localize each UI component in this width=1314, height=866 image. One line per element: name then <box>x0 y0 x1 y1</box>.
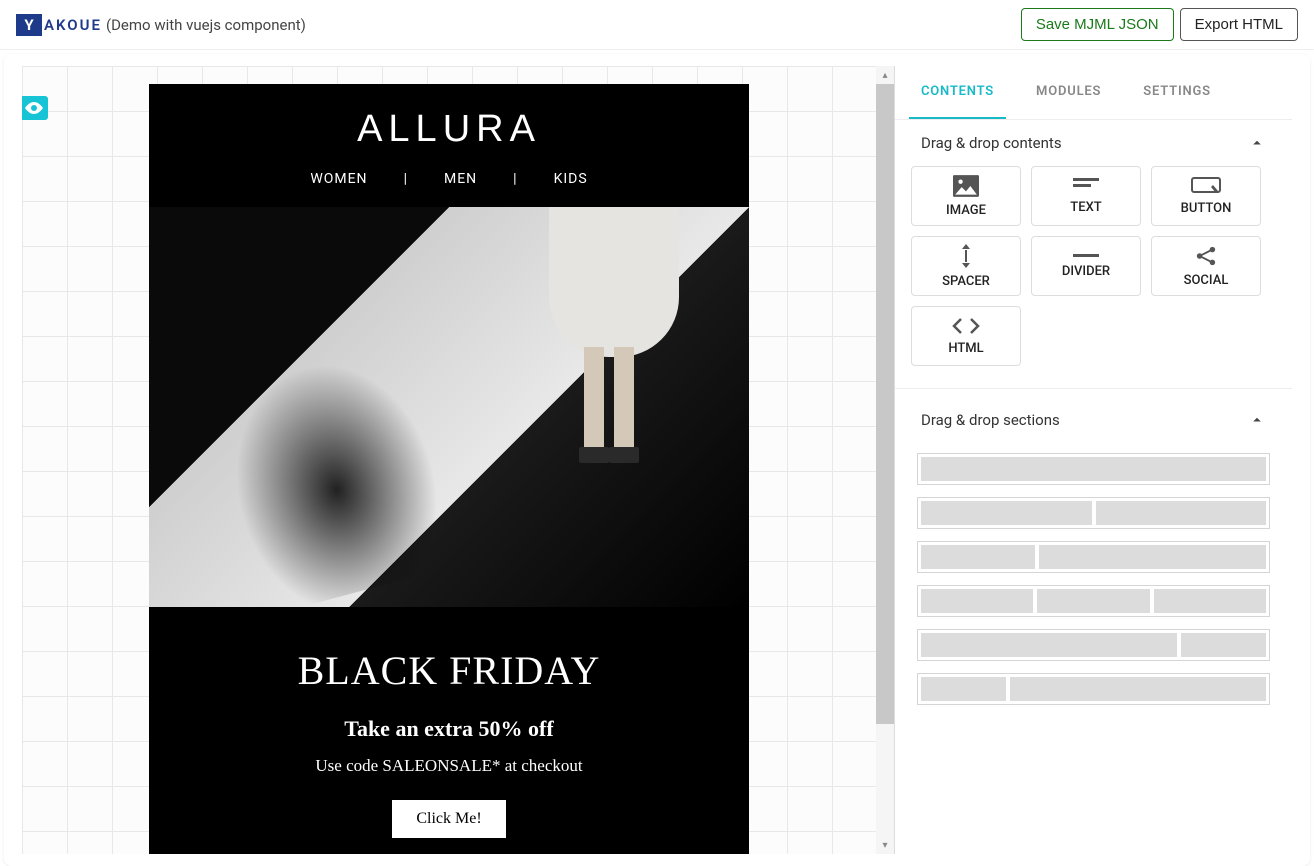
block-html[interactable]: HTML <box>911 306 1021 366</box>
block-label: IMAGE <box>946 203 986 218</box>
nav-men[interactable]: MEN <box>444 171 477 187</box>
sections-section-title: Drag & drop sections <box>921 411 1060 429</box>
workspace: ALLURA WOMEN | MEN | KIDS BLACK FRIDAY T… <box>4 54 1310 866</box>
canvas-area[interactable]: ALLURA WOMEN | MEN | KIDS BLACK FRIDAY T… <box>22 66 876 854</box>
block-label: BUTTON <box>1181 201 1232 216</box>
email-preview[interactable]: ALLURA WOMEN | MEN | KIDS BLACK FRIDAY T… <box>149 84 749 854</box>
block-label: SOCIAL <box>1184 273 1229 288</box>
spacer-icon <box>958 244 974 268</box>
email-brand: ALLURA <box>149 108 749 151</box>
content-blocks: IMAGE TEXT BUTTON SPACER DIVIDER SOCIAL <box>895 166 1292 380</box>
block-label: DIVIDER <box>1062 264 1110 279</box>
section-template-3-1col[interactable] <box>917 629 1270 661</box>
contents-section-header[interactable]: Drag & drop contents <box>895 120 1292 166</box>
block-button[interactable]: BUTTON <box>1151 166 1261 226</box>
promo-cta-button[interactable]: Click Me! <box>392 800 505 838</box>
nav-women[interactable]: WOMEN <box>310 171 367 187</box>
share-icon <box>1195 245 1217 267</box>
image-icon <box>953 175 979 197</box>
eye-icon <box>25 102 43 114</box>
scroll-up-icon[interactable]: ▴ <box>876 66 894 84</box>
button-icon <box>1191 177 1221 195</box>
email-header: ALLURA WOMEN | MEN | KIDS <box>149 84 749 207</box>
section-template-1-3col[interactable] <box>917 673 1270 705</box>
sidebar-tabs: CONTENTS MODULES SETTINGS <box>895 66 1292 120</box>
section-template-1-2col[interactable] <box>917 541 1270 573</box>
tab-contents[interactable]: CONTENTS <box>909 66 1006 119</box>
scrollbar-thumb[interactable] <box>876 84 894 724</box>
block-label: HTML <box>948 341 983 356</box>
nav-sep: | <box>513 171 517 187</box>
contents-section-title: Drag & drop contents <box>921 134 1062 152</box>
sections-section-header[interactable]: Drag & drop sections <box>895 397 1292 443</box>
sidebar: CONTENTS MODULES SETTINGS Drag & drop co… <box>894 66 1292 854</box>
section-template-1col[interactable] <box>917 453 1270 485</box>
email-nav: WOMEN | MEN | KIDS <box>149 151 749 207</box>
block-social[interactable]: SOCIAL <box>1151 236 1261 296</box>
brand-name: AKOUE <box>44 16 102 34</box>
section-template-3col[interactable] <box>917 585 1270 617</box>
nav-sep: | <box>404 171 408 187</box>
email-promo: BLACK FRIDAY Take an extra 50% off Use c… <box>149 607 749 854</box>
nav-kids[interactable]: KIDS <box>554 171 588 187</box>
canvas-scrollbar[interactable]: ▴ ▾ <box>876 66 894 854</box>
block-label: SPACER <box>942 274 990 289</box>
promo-code: Use code SALEONSALE* at checkout <box>169 756 729 776</box>
block-label: TEXT <box>1070 200 1101 215</box>
block-divider[interactable]: DIVIDER <box>1031 236 1141 296</box>
topbar: Y AKOUE (Demo with vuejs component) Save… <box>0 0 1314 50</box>
code-icon <box>952 317 980 335</box>
tab-settings[interactable]: SETTINGS <box>1131 66 1223 119</box>
section-template-2col[interactable] <box>917 497 1270 529</box>
email-hero-image[interactable] <box>149 207 749 607</box>
preview-toggle-button[interactable] <box>22 96 48 120</box>
brand-logo: Y AKOUE <box>16 14 102 36</box>
block-spacer[interactable]: SPACER <box>911 236 1021 296</box>
brand-icon: Y <box>16 14 42 36</box>
promo-title: BLACK FRIDAY <box>169 647 729 694</box>
block-text[interactable]: TEXT <box>1031 166 1141 226</box>
chevron-up-icon <box>1248 134 1266 152</box>
promo-subtitle: Take an extra 50% off <box>169 716 729 742</box>
sections-list <box>895 443 1292 715</box>
tab-modules[interactable]: MODULES <box>1024 66 1113 119</box>
save-mjml-button[interactable]: Save MJML JSON <box>1021 8 1174 41</box>
scroll-down-icon[interactable]: ▾ <box>876 836 894 854</box>
brand-tagline: (Demo with vuejs component) <box>106 16 306 34</box>
chevron-up-icon <box>1248 411 1266 429</box>
divider-icon <box>1073 254 1099 258</box>
export-html-button[interactable]: Export HTML <box>1180 8 1298 41</box>
block-image[interactable]: IMAGE <box>911 166 1021 226</box>
text-icon <box>1073 178 1099 194</box>
